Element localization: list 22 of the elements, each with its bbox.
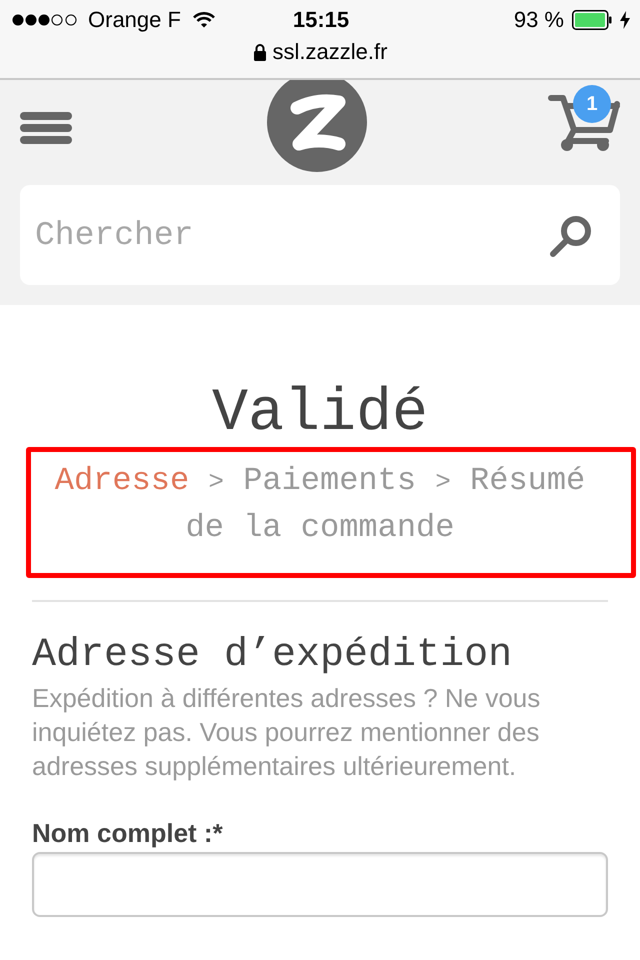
search-button[interactable] [548, 215, 592, 259]
search-icon [548, 215, 592, 259]
menu-button[interactable] [20, 112, 72, 144]
charging-bolt-icon [620, 11, 630, 29]
battery-percentage: 93 % [514, 7, 564, 33]
clock-time: 15:15 [292, 7, 350, 33]
section-heading: Adresse d’expédition [32, 632, 514, 680]
carrier-name: Orange F [88, 7, 181, 33]
url-text[interactable]: ssl.zazzle.fr [272, 40, 388, 64]
search-field[interactable]: Chercher [20, 185, 620, 285]
menu-icon [20, 112, 72, 144]
logo-icon[interactable] [267, 80, 367, 172]
signal-strength-icon [12, 14, 78, 26]
wifi-icon [192, 12, 215, 28]
lock-icon [252, 43, 267, 61]
battery-icon [572, 10, 612, 30]
checkout-breadcrumb: Adresse > Paiements > Résumé de la commande [54, 461, 586, 548]
text-input-field[interactable] [32, 852, 608, 917]
cart-count-badge: 1 [573, 85, 611, 123]
page-title: Validé [210, 381, 430, 447]
field-label: Nom complet :* [32, 817, 223, 850]
shipping-note: Expédition à différentes adresses ? Ne vous inquiétez pas. Vous pourrez mentionner des adresses supplémentaires ultérieurement. [32, 682, 542, 783]
